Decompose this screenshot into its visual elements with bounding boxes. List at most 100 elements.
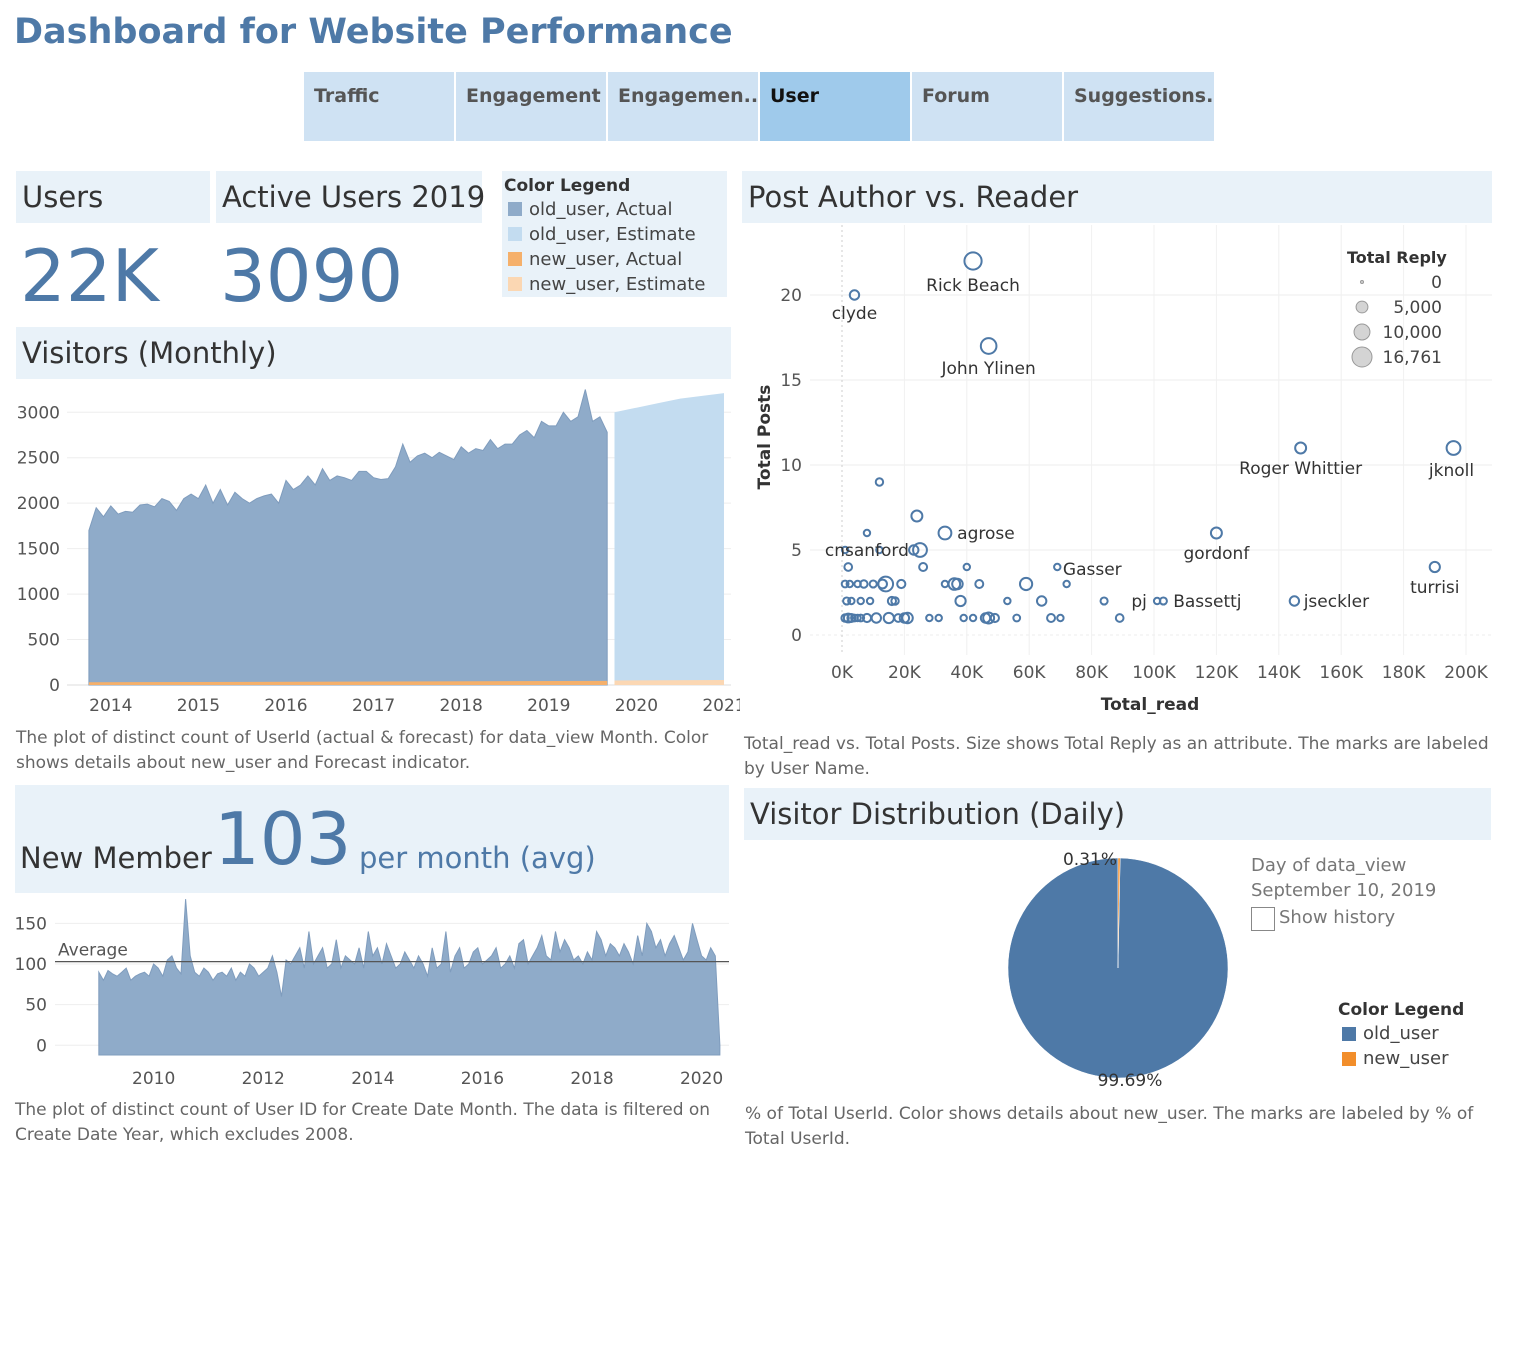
new-member-y-tick: 100 bbox=[15, 955, 47, 975]
legend-swatch-new-estimate bbox=[508, 277, 522, 291]
size-legend-circle bbox=[1355, 300, 1369, 314]
visitors-y-tick: 1000 bbox=[17, 585, 60, 605]
scatter-x-label: Total_read bbox=[1101, 695, 1200, 715]
scatter-point-labeled bbox=[979, 337, 998, 355]
pie-filter-label: Day of data_view bbox=[1251, 855, 1407, 876]
tab-forum[interactable]: Forum bbox=[912, 72, 1062, 141]
size-legend-circle bbox=[1360, 280, 1364, 284]
scatter-x-tick: 100K bbox=[1132, 663, 1176, 683]
scatter-x-tick: 0K bbox=[831, 663, 854, 683]
visitors-y-tick: 500 bbox=[28, 631, 60, 651]
scatter-point bbox=[1018, 576, 1034, 592]
scatter-y-tick: 0 bbox=[791, 626, 802, 646]
scatter-point bbox=[1003, 596, 1012, 606]
scatter-point bbox=[843, 562, 854, 572]
visitors-x-tick: 2020 bbox=[615, 696, 658, 716]
scatter-point-labeled bbox=[1294, 441, 1308, 455]
legend-swatch-old-actual bbox=[508, 202, 522, 216]
size-legend-circle bbox=[1353, 323, 1371, 341]
color-legend-top: Color Legend old_user, Actual old_user, … bbox=[502, 171, 727, 297]
visitors-x-tick: 2021 bbox=[702, 696, 740, 716]
scatter-y-tick: 15 bbox=[780, 371, 802, 391]
scatter-point bbox=[954, 594, 967, 608]
scatter-point-label: turrisi bbox=[1410, 578, 1459, 598]
scatter-point-labeled bbox=[1288, 595, 1301, 607]
scatter-point-label: Rick Beach bbox=[926, 276, 1020, 296]
pie-label-new: 0.31% bbox=[1063, 850, 1117, 870]
pie-chart: 99.69% 0.31% bbox=[1007, 850, 1229, 1091]
new-member-x-tick: 2012 bbox=[242, 1069, 285, 1089]
tab-engagement[interactable]: Engagement bbox=[456, 72, 606, 141]
users-kpi-header: Users bbox=[16, 171, 210, 223]
visitors-y-tick: 2500 bbox=[17, 449, 60, 469]
new-member-y-tick: 50 bbox=[25, 996, 47, 1016]
visitors-x-tick: 2018 bbox=[440, 696, 483, 716]
legend-swatch-old-estimate bbox=[508, 227, 522, 241]
scatter-point-label: jseckler bbox=[1303, 592, 1369, 612]
scatter-point bbox=[1056, 613, 1065, 623]
scatter-point bbox=[974, 579, 985, 589]
visitors-y-tick: 0 bbox=[49, 676, 60, 696]
visitors-x-tick: 2017 bbox=[352, 696, 395, 716]
tab-traffic[interactable]: Traffic bbox=[304, 72, 454, 141]
show-history-label: Show history bbox=[1279, 907, 1396, 928]
scatter-point-label: gordonf bbox=[1183, 544, 1250, 564]
pie-legend-swatch-old bbox=[1342, 1027, 1356, 1041]
visitors-caption: The plot of distinct count of UserId (ac… bbox=[16, 728, 709, 773]
average-reference-label: Average bbox=[58, 941, 128, 961]
visitors-area-series bbox=[614, 393, 724, 685]
tab-engagement-2[interactable]: Engagemen.. bbox=[608, 72, 758, 141]
tab-suggestions[interactable]: Suggestions.. bbox=[1064, 72, 1214, 141]
scatter-point bbox=[918, 562, 929, 572]
new-member-y-tick: 150 bbox=[15, 914, 47, 934]
scatter-point-labeled bbox=[910, 509, 924, 523]
scatter-point bbox=[870, 612, 883, 624]
scatter-caption: Total_read vs. Total Posts. Size shows T… bbox=[744, 734, 1489, 779]
visitors-header: Visitors (Monthly) bbox=[16, 327, 731, 379]
scatter-point-label: John Ylinen bbox=[941, 359, 1036, 379]
new-member-area bbox=[98, 899, 721, 1056]
scatter-y-label: Total Posts bbox=[755, 385, 775, 490]
pie-filter-value[interactable]: September 10, 2019 bbox=[1251, 880, 1436, 901]
scatter-y-tick: 20 bbox=[780, 286, 802, 306]
visitors-area-series bbox=[88, 389, 608, 686]
scatter-x-tick: 200K bbox=[1444, 663, 1488, 683]
new-member-suffix: per month (avg) bbox=[359, 841, 596, 875]
scatter-point bbox=[856, 596, 865, 606]
scatter-point bbox=[882, 611, 895, 625]
users-kpi-value: 22K bbox=[20, 234, 159, 318]
visitors-y-tick: 3000 bbox=[17, 403, 60, 423]
new-member-value: 103 bbox=[214, 797, 352, 881]
pie-legend-old: old_user bbox=[1363, 1023, 1439, 1044]
visitors-chart: 0 500 1000 1500 2000 2500 3000 2014 2015 2016 201… bbox=[17, 389, 740, 716]
scatter-point bbox=[1012, 613, 1022, 623]
legend-item-new-estimate: new_user, Estimate bbox=[529, 274, 706, 295]
size-legend-label: 16,761 bbox=[1383, 348, 1442, 368]
pie-legend-swatch-new bbox=[1342, 1052, 1356, 1066]
visitors-x-tick: 2016 bbox=[264, 696, 307, 716]
size-legend-title: Total Reply bbox=[1347, 248, 1447, 267]
scatter-point-label: clyde bbox=[832, 304, 877, 324]
scatter-y-tick: 10 bbox=[780, 456, 802, 476]
show-history-checkbox[interactable] bbox=[1251, 907, 1275, 931]
pie-header: Visitor Distribution (Daily) bbox=[744, 788, 1491, 840]
active-users-kpi-header: Active Users 2019 bbox=[216, 171, 485, 223]
visitors-x-tick: 2014 bbox=[89, 696, 132, 716]
size-legend-label: 5,000 bbox=[1393, 298, 1442, 318]
new-member-x-tick: 2020 bbox=[680, 1069, 723, 1089]
scatter-x-tick: 80K bbox=[1075, 663, 1109, 683]
legend-item-old-actual: old_user, Actual bbox=[529, 199, 673, 220]
scatter-chart: clyde Rick Beach John Ylinen Roger Whittier… bbox=[755, 225, 1492, 715]
new-member-chart: Average 0 50 100 150 2010 2012 2014 2016 2018 20… bbox=[15, 899, 729, 1089]
legend-item-old-estimate: old_user, Estimate bbox=[529, 224, 696, 245]
scatter-point bbox=[925, 613, 934, 623]
scatter-point-labeled bbox=[1053, 562, 1062, 572]
scatter-point-label: Roger Whittier bbox=[1239, 459, 1362, 479]
visitors-area-series bbox=[614, 680, 724, 685]
scatter-point-label: pj bbox=[1131, 592, 1147, 612]
scatter-point-label: cnsanford bbox=[825, 541, 909, 561]
tab-user[interactable]: User bbox=[760, 72, 910, 141]
scatter-point bbox=[1114, 613, 1125, 623]
scatter-point bbox=[934, 613, 943, 623]
visitors-y-tick: 1500 bbox=[17, 540, 60, 560]
